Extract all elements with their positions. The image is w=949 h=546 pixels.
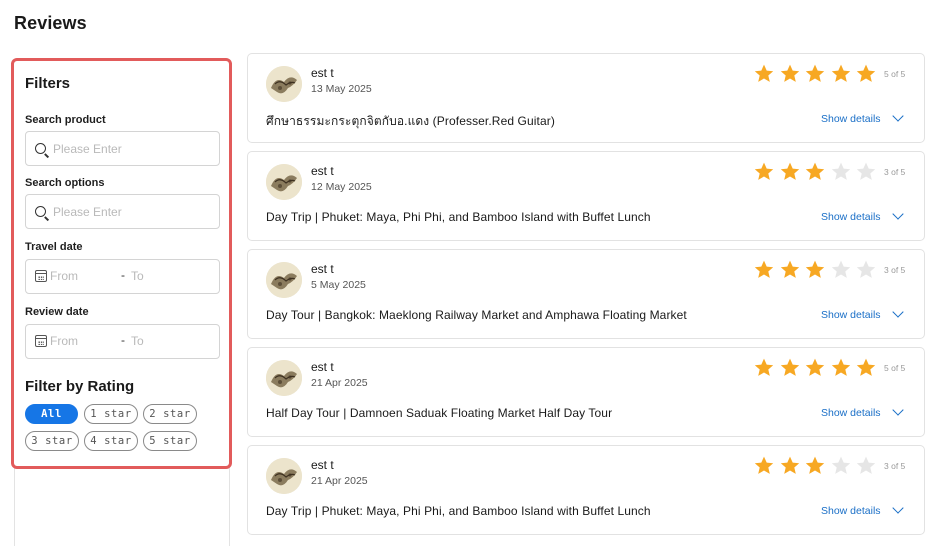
reviewer-name: est t [311, 458, 334, 472]
rating-chip-3-star[interactable]: 3 star [25, 431, 79, 451]
star-icon [831, 456, 850, 474]
star-icon [805, 456, 825, 474]
reviewer-name: est t [311, 262, 334, 276]
reviewer-name: est t [311, 164, 334, 178]
rating-text: 3 of 5 [884, 265, 906, 275]
search-product-label: Search product [25, 114, 106, 126]
rating-chip-all[interactable]: All [25, 404, 78, 424]
review-card: est t 21 Apr 2025 3 of 5 Day Trip | Phuk… [247, 445, 925, 535]
rating-text: 5 of 5 [884, 363, 906, 373]
star-icon [856, 260, 876, 278]
star-icon [805, 64, 825, 82]
product-name: Day Tour | Bangkok: Maeklong Railway Mar… [266, 308, 687, 322]
filter-by-rating-title: Filter by Rating [25, 378, 135, 395]
calendar-icon [35, 270, 47, 282]
star-icon [780, 358, 799, 376]
product-name: Day Trip | Phuket: Maya, Phi Phi, and Ba… [266, 504, 651, 518]
search-options-field[interactable] [25, 194, 220, 229]
chevron-down-icon[interactable] [892, 306, 904, 318]
filters-panel: Filters Search product Search options Tr… [11, 58, 232, 469]
rating-text: 5 of 5 [884, 69, 906, 79]
star-icon [831, 64, 850, 82]
show-details-button[interactable]: Show details [821, 113, 881, 125]
star-icon [831, 162, 850, 180]
star-icon [856, 456, 876, 474]
review-date: 13 May 2025 [311, 83, 372, 95]
show-details-button[interactable]: Show details [821, 309, 881, 321]
rating-chip-2-star[interactable]: 2 star [143, 404, 197, 424]
avatar [266, 360, 302, 396]
show-details-button[interactable]: Show details [821, 211, 881, 223]
star-icon [805, 162, 825, 180]
product-name: Half Day Tour | Damnoen Saduak Floating … [266, 406, 613, 420]
star-icon [754, 162, 774, 180]
search-icon [35, 206, 46, 217]
star-icon [780, 64, 799, 82]
review-card: est t 13 May 2025 5 of 5 ศึกษาธรรมะกระตุ… [247, 53, 925, 143]
star-icon [831, 358, 850, 376]
star-icon [805, 358, 825, 376]
rating-chip-5-star[interactable]: 5 star [143, 431, 197, 451]
star-icon [754, 456, 774, 474]
star-icon [856, 358, 876, 376]
travel-date-to[interactable]: To [131, 269, 144, 283]
review-date-label: Review date [25, 306, 89, 318]
chevron-down-icon[interactable] [892, 208, 904, 220]
star-icon [856, 64, 876, 82]
rating-text: 3 of 5 [884, 461, 906, 471]
rating-chip-4-star[interactable]: 4 star [84, 431, 138, 451]
star-icon [805, 260, 825, 278]
search-product-field[interactable] [25, 131, 220, 166]
show-details-button[interactable]: Show details [821, 505, 881, 517]
review-date-from[interactable]: From [50, 334, 78, 348]
review-card: est t 12 May 2025 3 of 5 Day Trip | Phuk… [247, 151, 925, 241]
chevron-down-icon[interactable] [892, 502, 904, 514]
date-separator: - [121, 333, 125, 347]
review-card: est t 5 May 2025 3 of 5 Day Tour | Bangk… [247, 249, 925, 339]
review-date: 12 May 2025 [311, 181, 372, 193]
product-name: ศึกษาธรรมะกระตุกจิตกับอ.แดง (Professer.R… [266, 114, 555, 128]
search-product-input[interactable] [53, 139, 213, 159]
product-name: Day Trip | Phuket: Maya, Phi Phi, and Ba… [266, 210, 651, 224]
rating-chip-1-star[interactable]: 1 star [84, 404, 138, 424]
review-date: 5 May 2025 [311, 279, 366, 291]
star-icon [754, 358, 774, 376]
review-card: est t 21 Apr 2025 5 of 5 Half Day Tour |… [247, 347, 925, 437]
reviewer-name: est t [311, 360, 334, 374]
star-icon [780, 162, 799, 180]
rating-text: 3 of 5 [884, 167, 906, 177]
review-date-range-picker[interactable]: From - To [25, 324, 220, 359]
star-icon [831, 260, 850, 278]
avatar [266, 66, 302, 102]
avatar [266, 262, 302, 298]
star-icon [780, 260, 799, 278]
star-icon [856, 162, 876, 180]
star-icon [754, 260, 774, 278]
show-details-button[interactable]: Show details [821, 407, 881, 419]
travel-date-label: Travel date [25, 241, 83, 253]
date-separator: - [121, 268, 125, 282]
calendar-icon [35, 335, 47, 347]
avatar [266, 164, 302, 200]
review-date: 21 Apr 2025 [311, 377, 368, 389]
chevron-down-icon[interactable] [892, 404, 904, 416]
search-icon [35, 143, 46, 154]
search-options-input[interactable] [53, 202, 213, 222]
travel-date-from[interactable]: From [50, 269, 78, 283]
search-options-label: Search options [25, 177, 105, 189]
filters-title: Filters [25, 75, 71, 92]
review-date-to[interactable]: To [131, 334, 144, 348]
star-icon [780, 456, 799, 474]
avatar [266, 458, 302, 494]
page-title: Reviews [14, 13, 87, 33]
star-icon [754, 64, 774, 82]
review-date: 21 Apr 2025 [311, 475, 368, 487]
chevron-down-icon[interactable] [892, 110, 904, 122]
reviewer-name: est t [311, 66, 334, 80]
travel-date-range-picker[interactable]: From - To [25, 259, 220, 294]
